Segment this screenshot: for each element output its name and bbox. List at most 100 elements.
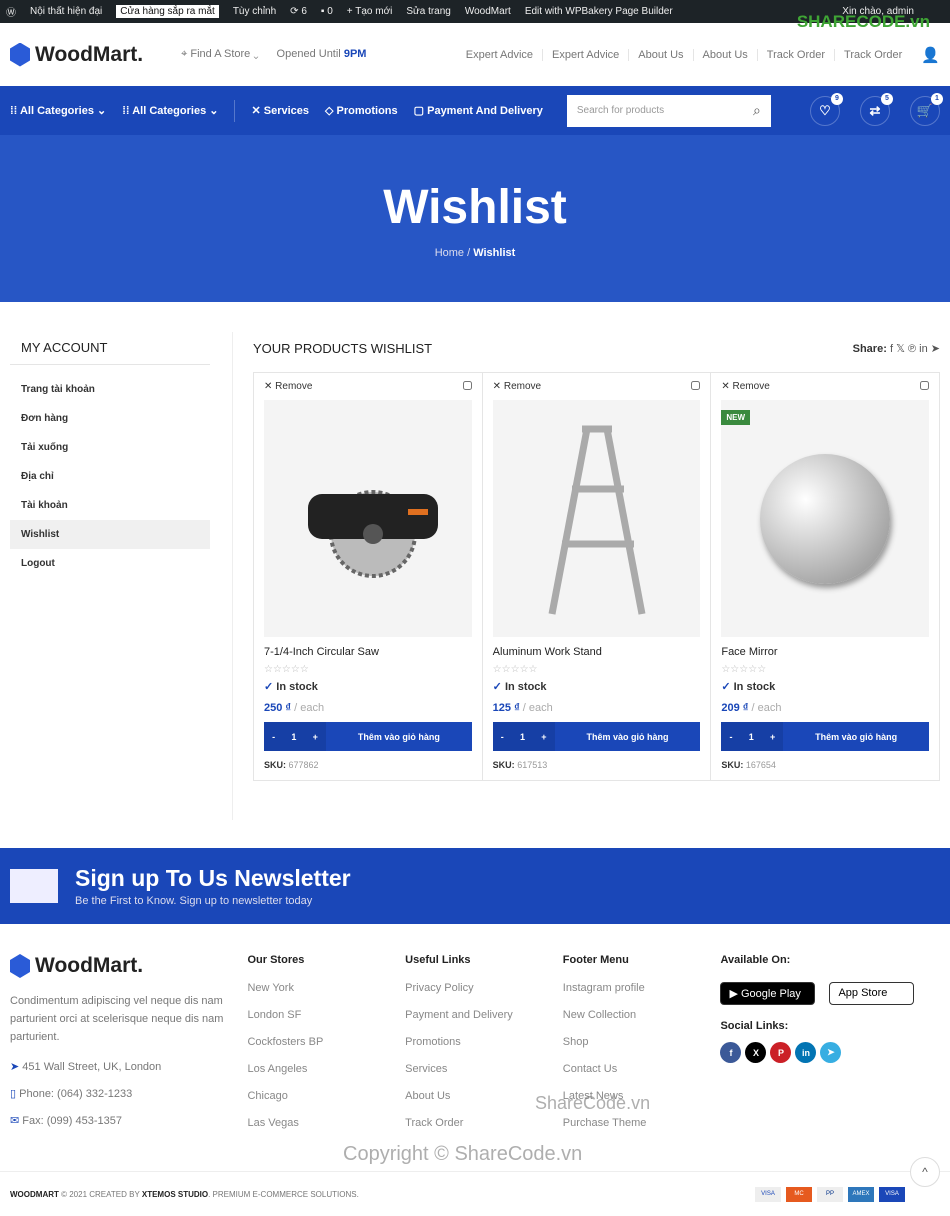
header-link[interactable]: Expert Advice [457, 49, 542, 61]
wishlist-icon[interactable]: ♡ 9 [810, 92, 843, 126]
quantity-stepper[interactable]: - 1 + [264, 722, 326, 751]
search-icon[interactable]: ⌕ [753, 102, 761, 119]
find-store-link[interactable]: ⌖ Find A Store ⌄ [181, 48, 258, 61]
remove-button[interactable]: ✕ Remove [493, 381, 541, 392]
admin-theme-link[interactable]: WoodMart [465, 6, 511, 17]
footer-link[interactable]: Promotions [405, 1036, 563, 1048]
product-image-circular-saw[interactable] [264, 400, 472, 637]
footer-link[interactable]: London SF [247, 1009, 405, 1021]
footer-link[interactable]: Track Order [405, 1117, 563, 1129]
copyright-studio[interactable]: XTEMOS STUDIO [142, 1190, 208, 1199]
compare-icon[interactable]: ⇄ 5 [860, 92, 893, 126]
increase-button[interactable]: + [313, 732, 318, 742]
product-image-work-stand[interactable] [492, 400, 701, 637]
decrease-button[interactable]: - [501, 732, 504, 742]
quantity-stepper[interactable]: - 1 + [492, 722, 555, 751]
product-card: ✕ Remove Aluminum Work Stand ☆☆☆☆☆ ✓ In … [481, 373, 711, 780]
wordpress-icon[interactable]: Ⓦ [6, 4, 16, 19]
increase-button[interactable]: + [770, 732, 775, 742]
sidebar-item-addresses[interactable]: Địa chỉ [10, 462, 210, 491]
cart-icon[interactable]: 🛒 1 [910, 92, 943, 126]
product-image-face-mirror[interactable]: NEW [721, 400, 930, 637]
linkedin-icon[interactable]: in [795, 1042, 817, 1063]
admin-builder-link[interactable]: Edit with WPBakery Page Builder [525, 6, 673, 17]
admin-new-link[interactable]: + Tạo mới [347, 6, 393, 17]
admin-updates-link[interactable]: ⟳ 6 [290, 6, 307, 17]
facebook-icon[interactable]: f [720, 1042, 742, 1063]
header-link[interactable]: About Us [692, 48, 757, 61]
remove-button[interactable]: ✕ Remove [264, 381, 312, 392]
decrease-button[interactable]: - [729, 732, 732, 742]
increase-button[interactable]: + [541, 732, 546, 742]
sidebar-item-downloads[interactable]: Tải xuống [10, 433, 210, 462]
add-to-cart-button[interactable]: Thêm vào giỏ hàng [783, 722, 929, 751]
header-link[interactable]: Track Order [756, 48, 834, 61]
select-checkbox[interactable] [920, 381, 930, 390]
pinterest-icon[interactable]: ℗ [908, 343, 919, 355]
header-link[interactable]: About Us [628, 48, 692, 61]
x-icon[interactable]: 𝕏 [896, 343, 908, 355]
remove-button[interactable]: ✕ Remove [721, 381, 769, 392]
admin-comments-link[interactable]: ▪ 0 [321, 6, 333, 17]
nav-all-categories[interactable]: ⁞⁞ All Categories ⌄ [122, 104, 218, 117]
footer-link[interactable]: Contact Us [563, 1063, 721, 1075]
product-name[interactable]: 7-1/4-Inch Circular Saw [264, 646, 472, 658]
sidebar-item-dashboard[interactable]: Trang tài khoản [10, 375, 210, 404]
app-store-button[interactable]: App Store [829, 982, 915, 1005]
footer-link[interactable]: Payment and Delivery [405, 1009, 563, 1021]
add-to-cart-button[interactable]: Thêm vào giỏ hàng [555, 722, 701, 751]
add-to-cart-button[interactable]: Thêm vào giỏ hàng [326, 722, 472, 751]
footer-link[interactable]: Purchase Theme [563, 1117, 721, 1129]
quantity-value[interactable]: 1 [749, 732, 754, 742]
product-name[interactable]: Aluminum Work Stand [493, 646, 701, 658]
page-title: Wishlist [383, 181, 567, 234]
rating-stars: ☆☆☆☆☆ [721, 664, 767, 675]
breadcrumb-home[interactable]: Home [435, 247, 464, 259]
nav-all-categories[interactable]: ⁞⁞ All Categories ⌄ [10, 104, 106, 117]
footer-link[interactable]: New York [247, 982, 405, 994]
footer-logo[interactable]: WoodMart. [10, 954, 247, 978]
telegram-icon[interactable]: ➤ [820, 1042, 842, 1063]
header-link[interactable]: Track Order [834, 48, 911, 61]
product-name[interactable]: Face Mirror [721, 646, 929, 658]
google-play-button[interactable]: ▶ Google Play [720, 982, 816, 1005]
decrease-button[interactable]: - [272, 732, 275, 742]
sidebar-item-logout[interactable]: Logout [10, 549, 210, 578]
user-icon[interactable]: 👤 [921, 46, 940, 64]
footer-link[interactable]: Las Vegas [247, 1117, 405, 1129]
quantity-value[interactable]: 1 [520, 732, 525, 742]
nav-services[interactable]: ✕ Services [251, 104, 309, 117]
telegram-icon[interactable]: ➤ [931, 343, 940, 355]
sidebar-item-account[interactable]: Tài khoản [10, 491, 210, 520]
admin-customize-link[interactable]: Tùy chỉnh [233, 6, 276, 17]
quantity-value[interactable]: 1 [291, 732, 296, 742]
quantity-stepper[interactable]: - 1 + [721, 722, 784, 751]
header-link[interactable]: Expert Advice [542, 48, 628, 61]
scroll-top-button[interactable]: ^ [910, 1156, 940, 1187]
select-checkbox[interactable] [462, 381, 472, 390]
footer-link[interactable]: Shop [563, 1036, 721, 1048]
x-icon[interactable]: X [745, 1042, 767, 1063]
footer-link[interactable]: Los Angeles [247, 1063, 405, 1075]
nav-promotions[interactable]: ◇ Promotions [325, 104, 398, 117]
nav-payment-delivery[interactable]: ▢ Payment And Delivery [414, 104, 543, 117]
footer-link[interactable]: Instagram profile [563, 982, 721, 994]
footer-link[interactable]: Privacy Policy [405, 982, 563, 994]
search-input[interactable]: Search for products ⌕ [566, 94, 771, 127]
sidebar-item-wishlist[interactable]: Wishlist [10, 520, 210, 549]
site-logo[interactable]: WoodMart. [10, 42, 143, 67]
footer-link[interactable]: Cockfosters BP [247, 1036, 405, 1048]
admin-site-link[interactable]: Nội thất hiện đại [30, 6, 102, 17]
linkedin-icon[interactable]: in [919, 343, 931, 355]
select-checkbox[interactable] [691, 381, 701, 390]
pinterest-icon[interactable]: P [770, 1042, 792, 1063]
footer-link[interactable]: Chicago [247, 1090, 405, 1102]
store-status-badge[interactable]: Cửa hàng sắp ra mắt [116, 5, 219, 18]
amex-icon: AMEX [848, 1186, 874, 1202]
breadcrumb-current: Wishlist [473, 247, 516, 259]
sidebar-item-orders[interactable]: Đơn hàng [10, 404, 210, 433]
footer-link[interactable]: Services [405, 1063, 563, 1075]
footer-link[interactable]: New Collection [563, 1009, 721, 1021]
admin-edit-link[interactable]: Sửa trang [406, 6, 451, 17]
product-sku: SKU: 677862 [264, 760, 472, 770]
